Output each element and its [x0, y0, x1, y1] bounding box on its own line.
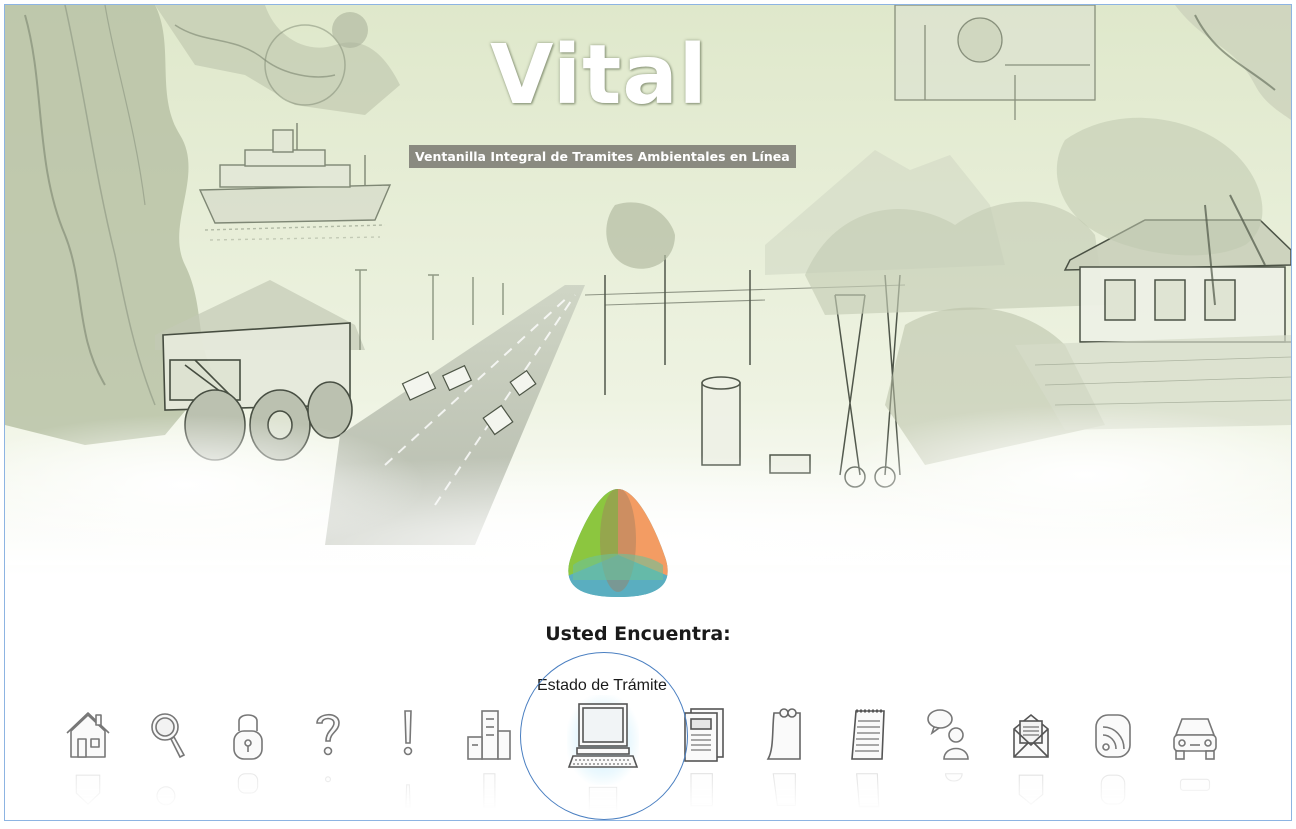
magnifier-icon — [151, 713, 186, 759]
estado-tramite-button[interactable] — [563, 693, 643, 813]
alerts-button[interactable] — [370, 693, 446, 813]
envelope-icon — [1013, 713, 1049, 758]
rss-icon — [1095, 714, 1131, 758]
person-chat-icon — [927, 709, 969, 760]
house-icon — [66, 712, 110, 758]
documents-button[interactable] — [665, 693, 741, 813]
institutions-button[interactable] — [450, 693, 526, 813]
notes-button[interactable] — [747, 693, 823, 813]
login-button[interactable] — [210, 693, 286, 813]
icon-toolbar — [5, 5, 1291, 820]
contact-button[interactable] — [911, 693, 987, 813]
car-icon — [1173, 718, 1217, 760]
notepad-icon — [851, 709, 885, 760]
computer-icon — [567, 703, 639, 768]
mail-button[interactable] — [993, 693, 1069, 813]
vehicles-button[interactable] — [1157, 693, 1233, 813]
help-button[interactable] — [290, 693, 366, 813]
forms-button[interactable] — [829, 693, 905, 813]
exclamation-icon — [403, 710, 413, 756]
search-button[interactable] — [130, 693, 206, 813]
buildings-icon — [467, 710, 511, 760]
question-mark-icon — [316, 713, 340, 756]
home-button[interactable] — [50, 693, 126, 813]
note-paper-icon — [766, 708, 801, 760]
document-icon — [684, 708, 724, 762]
padlock-icon — [233, 714, 263, 760]
rss-button[interactable] — [1075, 693, 1151, 813]
page-frame: Vital Ventanilla Integral de Tramites Am… — [4, 4, 1292, 821]
